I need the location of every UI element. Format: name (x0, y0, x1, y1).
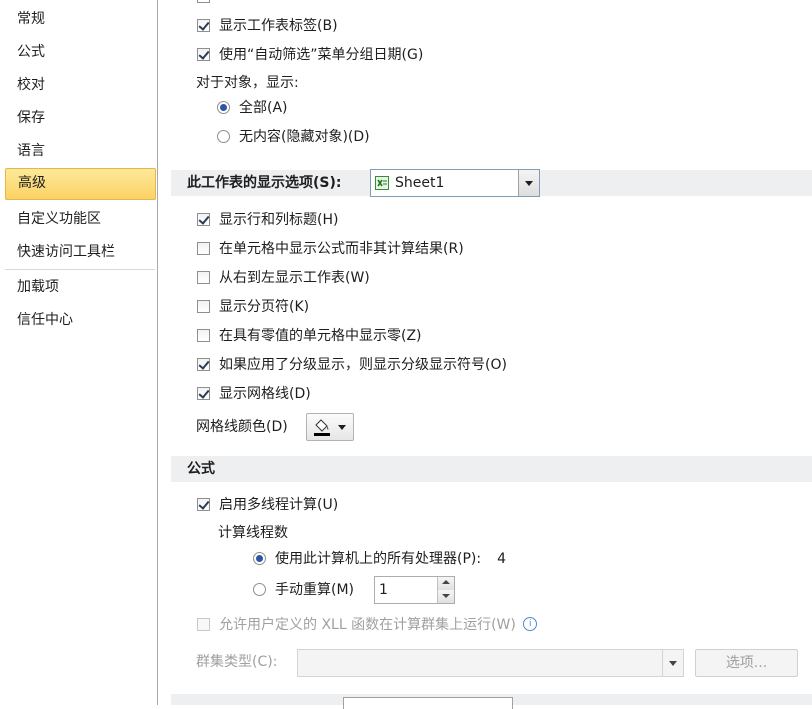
sheet-select-dropdown[interactable]: Sheet1 (370, 169, 540, 197)
objects-all-radio[interactable] (217, 101, 230, 114)
sidebar-item-formulas[interactable]: 公式 (5, 37, 156, 67)
advanced-options-panel: 显示工作表标签(B) 使用“自动筛选”菜单分组日期(G) 对于对象，显示: 全部… (159, 0, 812, 709)
formulas-header-label: 公式 (187, 461, 215, 477)
show-gridlines-row[interactable]: 显示网格线(D) (197, 383, 311, 405)
multithread-row[interactable]: 启用多线程计算(U) (197, 494, 338, 516)
sidebar-item-customize-ribbon[interactable]: 自定义功能区 (5, 204, 156, 234)
sidebar-item-quick-access[interactable]: 快速访问工具栏 (5, 237, 156, 267)
objects-all-row[interactable]: 全部(A) (217, 97, 288, 119)
show-headers-checkbox[interactable] (197, 213, 210, 226)
show-zeros-label: 在具有零值的单元格中显示零(Z) (219, 328, 422, 344)
page-breaks-checkbox[interactable] (197, 300, 210, 313)
objects-all-label: 全部(A) (239, 100, 288, 116)
show-gridlines-checkbox[interactable] (197, 387, 210, 400)
group-dates-checkbox[interactable] (197, 48, 210, 61)
show-gridlines-label: 显示网格线(D) (219, 386, 311, 402)
next-section-dropdown[interactable] (343, 697, 513, 709)
sheet-options-header-label: 此工作表的显示选项(S): (187, 175, 342, 191)
manual-threads-row[interactable]: 手动重算(M) (253, 579, 354, 601)
spin-up-icon[interactable] (437, 577, 454, 591)
use-all-processors-label: 使用此计算机上的所有处理器(P): (275, 551, 482, 567)
sidebar-item-save[interactable]: 保存 (5, 103, 156, 133)
multithread-label: 启用多线程计算(U) (219, 497, 339, 513)
cut-off-checkbox-row (197, 0, 219, 8)
options-sidebar: 常规 公式 校对 保存 语言 高级 自定义功能区 快速访问工具栏 加载项 信任中… (0, 0, 158, 705)
outline-symbols-row[interactable]: 如果应用了分级显示，则显示分级显示符号(O) (197, 354, 507, 376)
paint-bucket-icon (313, 417, 331, 441)
right-to-left-checkbox[interactable] (197, 271, 210, 284)
thread-count-value: 1 (379, 582, 388, 598)
show-sheet-tabs-checkbox[interactable] (197, 19, 210, 32)
checkbox[interactable] (197, 0, 210, 3)
sheet-select-value: Sheet1 (395, 175, 445, 191)
options-button[interactable]: 选项... (695, 649, 798, 677)
objects-display-label: 对于对象，显示: (196, 75, 299, 91)
info-icon[interactable]: i (523, 617, 538, 631)
page-breaks-row[interactable]: 显示分页符(K) (197, 296, 309, 318)
gridline-color-button[interactable] (306, 413, 354, 441)
sidebar-item-proofing[interactable]: 校对 (5, 70, 156, 100)
group-dates-row[interactable]: 使用“自动筛选”菜单分组日期(G) (197, 44, 423, 66)
show-zeros-row[interactable]: 在具有零值的单元格中显示零(Z) (197, 325, 422, 347)
show-formulas-checkbox[interactable] (197, 242, 210, 255)
outline-symbols-label: 如果应用了分级显示，则显示分级显示符号(O) (219, 357, 507, 373)
sidebar-divider (5, 269, 155, 270)
objects-none-radio[interactable] (217, 130, 230, 143)
show-zeros-checkbox[interactable] (197, 329, 210, 342)
use-all-processors-radio[interactable] (253, 552, 266, 565)
chevron-down-icon[interactable] (662, 650, 683, 676)
chevron-down-icon (338, 425, 346, 430)
spin-down-icon[interactable] (437, 590, 454, 603)
show-sheet-tabs-label: 显示工作表标签(B) (219, 18, 338, 34)
manual-threads-radio[interactable] (253, 583, 266, 596)
show-headers-label: 显示行和列标题(H) (219, 212, 339, 228)
outline-symbols-checkbox[interactable] (197, 358, 210, 371)
show-formulas-row[interactable]: 在单元格中显示公式而非其计算结果(R) (197, 238, 464, 260)
cluster-type-label: 群集类型(C): (196, 654, 278, 670)
gridline-color-label: 网格线颜色(D) (196, 419, 288, 435)
sidebar-item-trust-center[interactable]: 信任中心 (5, 305, 156, 335)
excel-sheet-icon (375, 176, 389, 190)
page-breaks-label: 显示分页符(K) (219, 299, 310, 315)
xll-cluster-checkbox[interactable] (197, 618, 210, 631)
manual-threads-label: 手动重算(M) (275, 582, 355, 598)
xll-cluster-row: 允许用户定义的 XLL 函数在计算群集上运行(W) i (197, 614, 538, 636)
show-formulas-label: 在单元格中显示公式而非其计算结果(R) (219, 241, 464, 257)
formulas-section-header: 公式 (171, 456, 812, 482)
thread-count-spinner[interactable]: 1 (374, 576, 455, 604)
group-dates-label: 使用“自动筛选”菜单分组日期(G) (219, 47, 424, 63)
sidebar-item-language[interactable]: 语言 (5, 136, 156, 166)
sidebar-item-addins[interactable]: 加载项 (5, 272, 156, 302)
threads-label: 计算线程数 (218, 525, 288, 541)
use-all-processors-row[interactable]: 使用此计算机上的所有处理器(P): 4 (253, 548, 506, 570)
show-headers-row[interactable]: 显示行和列标题(H) (197, 209, 338, 231)
chevron-down-icon[interactable] (518, 170, 539, 196)
sidebar-item-advanced[interactable]: 高级 (5, 168, 156, 200)
right-to-left-label: 从右到左显示工作表(W) (219, 270, 370, 286)
objects-none-label: 无内容(隐藏对象)(D) (239, 129, 370, 145)
show-sheet-tabs-row[interactable]: 显示工作表标签(B) (197, 15, 338, 37)
objects-none-row[interactable]: 无内容(隐藏对象)(D) (217, 126, 370, 148)
cluster-type-input[interactable] (297, 649, 684, 677)
right-to-left-row[interactable]: 从右到左显示工作表(W) (197, 267, 370, 289)
multithread-checkbox[interactable] (197, 498, 210, 511)
xll-cluster-label: 允许用户定义的 XLL 函数在计算群集上运行(W) (219, 617, 516, 633)
processor-count: 4 (497, 551, 507, 567)
sidebar-item-general[interactable]: 常规 (5, 4, 156, 34)
